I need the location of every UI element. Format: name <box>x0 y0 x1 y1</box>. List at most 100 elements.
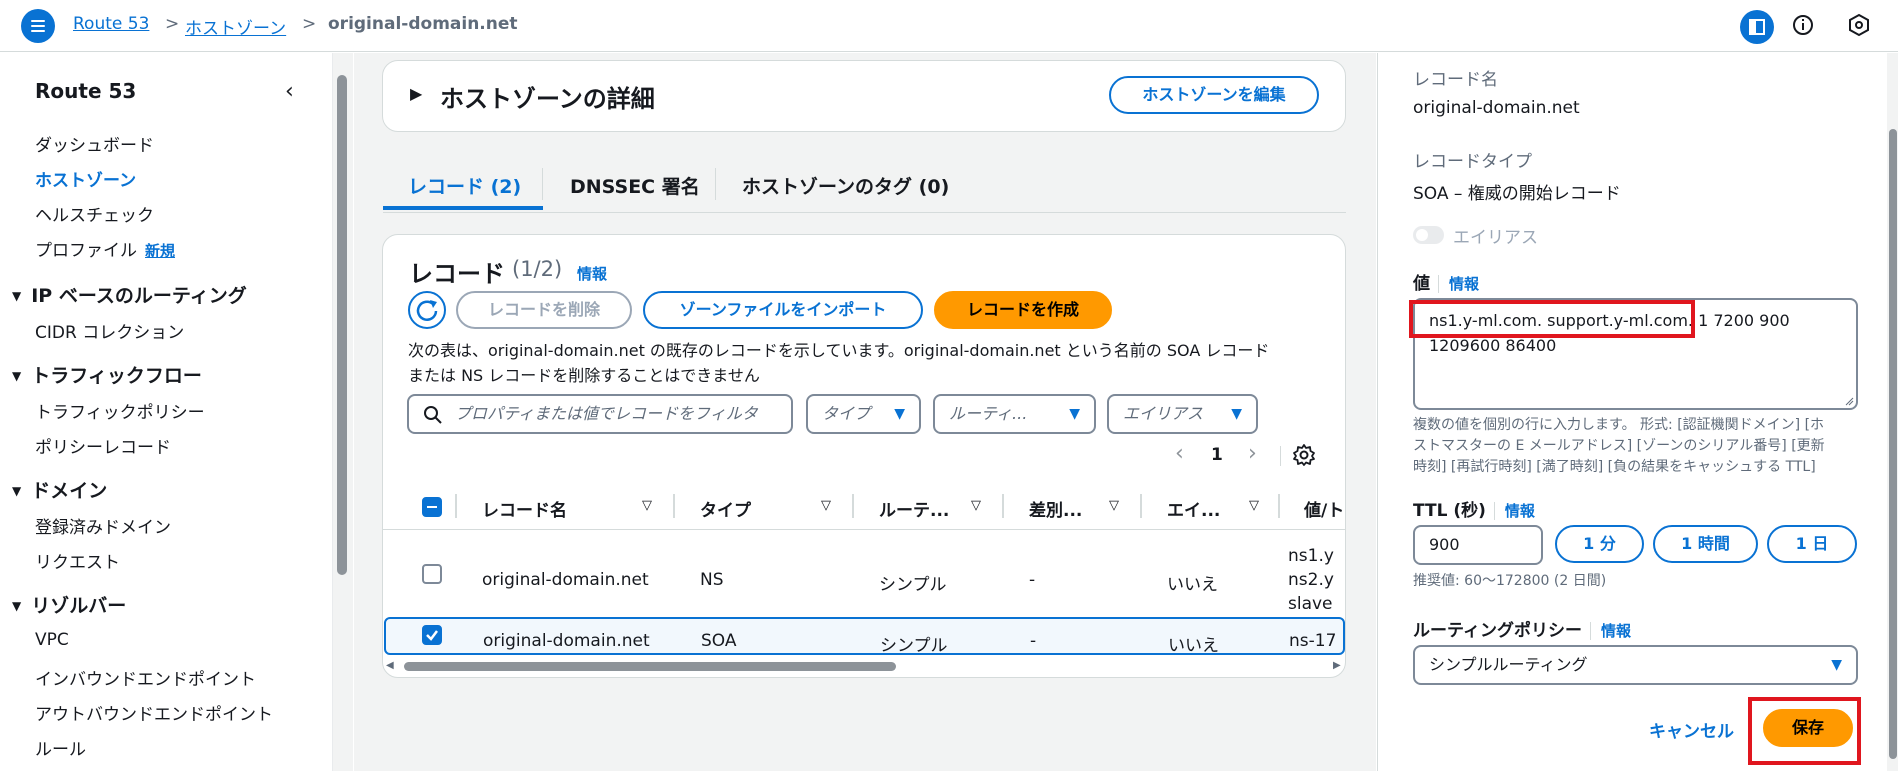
column-separator <box>852 494 854 518</box>
column-header-type[interactable]: タイプ <box>700 496 751 521</box>
resize-grip-icon[interactable] <box>1844 396 1854 406</box>
routing-info-link[interactable]: 情報 <box>1589 622 1631 640</box>
highlight-value-box <box>1409 300 1695 338</box>
breadcrumb-route53[interactable]: Route 53 <box>73 14 149 34</box>
value-hint-line2: ストマスターの E メールアドレス] [ゾーンのシリアル番号] [更新 <box>1413 438 1825 454</box>
tab-dnssec[interactable]: DNSSEC 署名 <box>570 172 700 199</box>
menu-icon[interactable] <box>21 9 55 43</box>
sort-icon[interactable]: ▽ <box>821 498 831 513</box>
record-edit-panel: レコード名 original-domain.net レコードタイプ SOA – … <box>1377 53 1898 771</box>
nav-item-cidr[interactable]: CIDR コレクション <box>35 318 184 343</box>
column-header-routing[interactable]: ルーテ... <box>879 496 949 521</box>
nav-section-resolver[interactable]: ▼ リゾルバー <box>12 591 126 618</box>
records-info-link[interactable]: 情報 <box>577 263 607 284</box>
tab-tags[interactable]: ホストゾーンのタグ (0) <box>742 172 949 199</box>
prev-page-icon[interactable]: ‹ <box>1175 441 1184 466</box>
sort-icon[interactable]: ▽ <box>971 498 981 513</box>
nav-item-traffic-policy[interactable]: トラフィックポリシー <box>35 398 205 423</box>
edit-hosted-zone-button[interactable]: ホストゾーンを編集 <box>1109 76 1319 114</box>
nav-item-profiles[interactable]: プロファイル 新規 <box>35 236 175 261</box>
nav-item-rules[interactable]: ルール <box>35 735 86 760</box>
sort-icon[interactable]: ▽ <box>1109 498 1119 513</box>
info-icon[interactable] <box>1790 12 1816 43</box>
cell-routing: シンプル <box>879 575 947 595</box>
highlight-save-box <box>1748 697 1861 765</box>
nav-item-registered-domains[interactable]: 登録済みドメイン <box>35 513 171 538</box>
search-placeholder: プロパティまたは値でレコードをフィルタ <box>455 404 758 423</box>
scroll-left-icon[interactable]: ◀ <box>386 660 394 671</box>
settings-hexagon-icon[interactable] <box>1846 12 1872 43</box>
ttl-input[interactable]: 900 <box>1413 525 1543 565</box>
collapse-nav-icon[interactable]: ‹ <box>285 79 294 104</box>
filter-routing-select[interactable]: ルーティ... ▼ <box>933 394 1096 434</box>
caret-down-icon: ▼ <box>1069 406 1080 422</box>
record-type-label: レコードタイプ <box>1413 152 1532 172</box>
split-panel-icon[interactable] <box>1740 10 1774 44</box>
panel-scrollbar-thumb[interactable] <box>1889 129 1897 759</box>
nav-section-traffic-flow[interactable]: ▼ トラフィックフロー <box>12 361 202 388</box>
ttl-label: TTL (秒) <box>1413 501 1486 521</box>
table-settings-gear-icon[interactable] <box>1292 443 1316 467</box>
nav-section-domains[interactable]: ▼ ドメイン <box>12 476 107 503</box>
select-all-checkbox[interactable] <box>422 497 442 517</box>
nav-item-health-checks[interactable]: ヘルスチェック <box>35 201 154 226</box>
nav-item-vpc[interactable]: VPC <box>35 630 69 650</box>
refresh-icon[interactable] <box>408 291 446 329</box>
scroll-right-icon[interactable]: ▶ <box>1333 660 1341 671</box>
column-separator <box>455 494 457 518</box>
table-row-selected[interactable]: original-domain.net SOA シンプル - いいえ ns-17 <box>384 617 1345 655</box>
nav-section-label: IP ベースのルーティング <box>31 285 247 307</box>
nav-section-ip-routing[interactable]: ▼ IP ベースのルーティング <box>12 281 247 308</box>
filter-type-select[interactable]: タイプ ▼ <box>806 394 921 434</box>
nav-item-dashboard[interactable]: ダッシュボード <box>35 131 154 156</box>
column-header-value[interactable]: 値/ト <box>1304 496 1344 521</box>
breadcrumb-current: original-domain.net <box>328 14 518 34</box>
next-page-icon[interactable]: › <box>1248 441 1257 466</box>
table-row[interactable]: original-domain.net NS シンプル - いいえ ns1.y … <box>383 530 1346 616</box>
delete-record-button[interactable]: レコードを削除 <box>456 291 632 329</box>
nav-title: Route 53 <box>35 79 137 103</box>
nav-item-requests[interactable]: リクエスト <box>35 548 120 573</box>
caret-down-icon: ▼ <box>1231 406 1242 422</box>
cell-routing: シンプル <box>880 636 948 655</box>
column-separator <box>1278 494 1280 518</box>
cancel-button[interactable]: キャンセル <box>1649 717 1734 742</box>
table-hscroll-thumb[interactable] <box>404 662 896 671</box>
import-zone-file-button[interactable]: ゾーンファイルをインポート <box>643 291 923 329</box>
filter-alias-select[interactable]: エイリアス ▼ <box>1107 394 1258 434</box>
tab-divider <box>542 168 543 200</box>
cell-alias: いいえ <box>1168 636 1219 655</box>
row-checkbox[interactable] <box>422 625 442 645</box>
page-number[interactable]: 1 <box>1211 445 1223 465</box>
ttl-1-day-button[interactable]: 1 日 <box>1767 525 1857 563</box>
breadcrumb-hosted-zones[interactable]: ホストゾーン <box>185 14 286 39</box>
column-header-record-name[interactable]: レコード名 <box>482 496 567 521</box>
column-header-alias[interactable]: エイ... <box>1167 496 1220 521</box>
ttl-info-link[interactable]: 情報 <box>1493 502 1535 520</box>
nav-item-policy-record[interactable]: ポリシーレコード <box>35 433 171 458</box>
nav-scrollbar-thumb[interactable] <box>337 75 347 575</box>
nav-item-hosted-zones[interactable]: ホストゾーン <box>35 166 136 191</box>
sort-icon[interactable]: ▽ <box>642 498 652 513</box>
filter-alias-label: エイリアス <box>1123 404 1204 423</box>
value-hint-line3: 時刻] [再試行時刻] [満了時刻] [負の結果をキャッシュする TTL] <box>1413 459 1816 475</box>
row-checkbox[interactable] <box>422 564 442 584</box>
record-name-value: original-domain.net <box>1413 98 1580 118</box>
sort-icon[interactable]: ▽ <box>1249 498 1259 513</box>
value-info-link[interactable]: 情報 <box>1438 275 1480 293</box>
nav-item-outbound-endpoints[interactable]: アウトバウンドエンドポイント <box>35 700 273 725</box>
tabs-underline <box>383 212 1346 213</box>
expand-caret-icon[interactable]: ▶ <box>410 84 422 103</box>
hosted-zone-details-title[interactable]: ホストゾーンの詳細 <box>440 79 655 114</box>
tab-records[interactable]: レコード (2) <box>408 172 521 199</box>
ttl-1-hour-button[interactable]: 1 時間 <box>1653 525 1758 563</box>
column-header-differentiator[interactable]: 差別... <box>1029 496 1082 521</box>
cell-record-name: original-domain.net <box>483 631 650 651</box>
record-search-input[interactable]: プロパティまたは値でレコードをフィルタ <box>407 394 793 434</box>
create-record-button[interactable]: レコードを作成 <box>934 291 1112 329</box>
routing-policy-select[interactable]: シンプルルーティング ▼ <box>1413 645 1858 685</box>
nav-item-inbound-endpoints[interactable]: インバウンドエンドポイント <box>35 665 256 690</box>
top-navigation-bar: Route 53 > ホストゾーン > original-domain.net <box>0 0 1898 52</box>
alias-toggle[interactable] <box>1413 226 1444 244</box>
ttl-1-minute-button[interactable]: 1 分 <box>1555 525 1644 563</box>
